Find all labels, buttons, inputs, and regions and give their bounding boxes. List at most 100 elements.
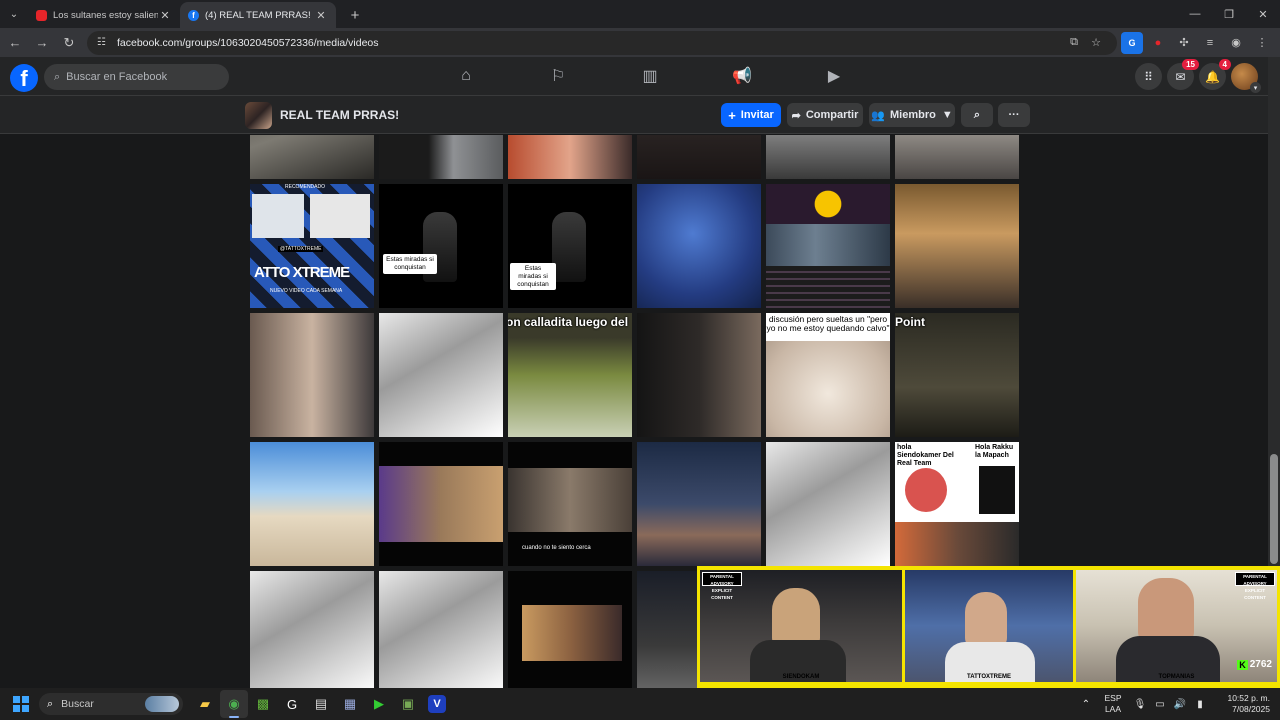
marketplace-megaphone-icon[interactable]: 📢 (696, 57, 788, 95)
reading-list-icon[interactable]: ≡ (1199, 32, 1221, 54)
video-thumbnail[interactable]: hola Siendokamer Del Real Team Hola Rakk… (895, 442, 1019, 566)
video-thumbnail[interactable] (508, 135, 632, 179)
user-avatar[interactable]: ▾ (1231, 63, 1261, 93)
tab-search-icon[interactable]: ⌄ (4, 4, 24, 24)
tab-youtube[interactable]: Los sultanes estoy saliendo con ✕ (28, 2, 180, 28)
epic-games-icon[interactable]: G (278, 690, 306, 718)
video-thumbnail[interactable] (379, 135, 503, 179)
video-thumbnail[interactable] (766, 442, 890, 566)
video-thumbnail[interactable] (766, 135, 890, 179)
record-extension-icon[interactable]: ● (1147, 32, 1169, 54)
network-icon[interactable]: ▭ (1150, 699, 1170, 710)
reload-icon[interactable]: ↻ (57, 31, 81, 55)
close-tab-icon[interactable]: ✕ (158, 9, 172, 22)
forward-icon[interactable]: → (30, 31, 54, 55)
calculator-icon[interactable]: ▦ (336, 690, 364, 718)
group-search-icon[interactable]: ⌕ (961, 103, 993, 127)
minecraft-icon[interactable]: ▩ (249, 690, 277, 718)
parental-advisory-badge: PARENTAL ADVISORY EXPLICIT CONTENT (702, 572, 742, 600)
taskbar-search-placeholder: Buscar (61, 698, 94, 710)
facebook-logo[interactable]: f (10, 64, 38, 92)
microphone-icon[interactable]: 🎙 (1130, 699, 1150, 710)
windows-start-icon[interactable] (13, 696, 29, 712)
input-language[interactable]: ESP LAA (1096, 693, 1130, 715)
video-caption: Estas miradas si conquistan (383, 254, 437, 274)
video-thumbnail[interactable] (766, 184, 890, 308)
video-thumbnail[interactable] (250, 313, 374, 437)
chevron-up-icon[interactable]: ⌃ (1076, 699, 1096, 710)
notifications-bell-icon[interactable]: 🔔 4 (1199, 59, 1231, 90)
battery-icon[interactable]: ▮ (1190, 699, 1210, 710)
facebook-icon: f (188, 9, 199, 21)
tab-facebook[interactable]: f (4) REAL TEAM PRRAS! | Facebo ✕ (180, 2, 336, 28)
extensions-puzzle-icon[interactable]: ✣ (1173, 32, 1195, 54)
profile-icon[interactable]: ◉ (1225, 32, 1247, 54)
system-clock[interactable]: 10:52 p. m. 7/08/2025 (1210, 693, 1280, 715)
taskbar-search-input[interactable]: ⌕ Buscar (39, 693, 183, 715)
video-thumbnail[interactable] (637, 442, 761, 566)
new-tab-button[interactable]: + (344, 4, 366, 26)
cam-label: SIENDOKAM (782, 674, 820, 680)
video-thumbnail[interactable] (379, 313, 503, 437)
close-tab-icon[interactable]: ✕ (314, 9, 328, 22)
scrollbar-thumb[interactable] (1270, 454, 1278, 564)
site-info-icon[interactable]: ☷ (97, 37, 109, 48)
minimize-icon[interactable]: — (1178, 0, 1212, 28)
media-player-icon[interactable]: ▶ (365, 690, 393, 718)
video-thumbnail[interactable]: cuando no te siento cerca (508, 442, 632, 566)
volume-icon[interactable]: 🔊 (1170, 699, 1190, 710)
file-explorer-icon[interactable]: ▰ (191, 690, 219, 718)
share-button[interactable]: ➦ Compartir (787, 103, 863, 127)
facebook-search-input[interactable]: ⌕ Buscar en Facebook (44, 64, 229, 90)
restore-icon[interactable]: ❐ (1212, 0, 1246, 28)
stream-capture (766, 224, 890, 266)
back-icon[interactable]: ← (3, 31, 27, 55)
video-thumbnail[interactable] (379, 571, 503, 688)
groups-icon[interactable]: ▥ (604, 57, 696, 95)
video-thumbnail[interactable] (250, 442, 374, 566)
bookmark-star-icon[interactable]: ☆ (1085, 36, 1107, 49)
notepad-icon[interactable]: ▤ (307, 690, 335, 718)
video-thumbnail[interactable] (250, 571, 374, 688)
address-bar[interactable]: ☷ facebook.com/groups/1063020450572336/m… (87, 30, 1117, 55)
language-code: ESP (1104, 693, 1122, 703)
pages-flag-icon[interactable]: ⚐ (512, 57, 604, 95)
vegas-icon[interactable]: V (428, 695, 446, 713)
chrome-icon[interactable]: ◉ (220, 690, 248, 718)
member-button[interactable]: 👥 Miembro ▼ (869, 103, 955, 127)
video-thumbnail[interactable]: Estas miradas si conquistan (508, 184, 632, 308)
video-thumbnail[interactable]: discusión pero sueltas un "pero yo no me… (766, 313, 890, 437)
minecraft-launcher-icon[interactable]: ▣ (394, 690, 422, 718)
menu-grid-icon[interactable]: ⠿ (1135, 63, 1162, 90)
install-app-icon[interactable]: ⧉ (1063, 36, 1085, 49)
more-options-icon[interactable]: ··· (998, 103, 1030, 127)
video-thumbnail[interactable]: RECOMENDADO @TATTOXTREME ATTO XTREME NUE… (250, 184, 374, 308)
url-text[interactable]: facebook.com/groups/1063020450572336/med… (117, 37, 1063, 49)
video-caption: Hola Rakku la Mapach (975, 444, 1014, 459)
video-thumbnail[interactable] (895, 184, 1019, 308)
video-thumbnail[interactable] (250, 135, 374, 179)
video-thumbnail[interactable]: Estas miradas si conquistan (379, 184, 503, 308)
video-thumbnail[interactable] (637, 313, 761, 437)
close-window-icon[interactable]: ✕ (1246, 0, 1280, 28)
video-thumbnail[interactable] (508, 571, 632, 688)
video-thumbnail[interactable] (637, 135, 761, 179)
messenger-icon[interactable]: ✉ 15 (1167, 59, 1199, 90)
streamer-face (965, 592, 1007, 648)
invite-button[interactable]: + Invitar (721, 103, 781, 127)
video-thumbnail[interactable] (379, 442, 503, 566)
group-name[interactable]: REAL TEAM PRRAS! (280, 108, 399, 122)
video-frame (379, 466, 503, 542)
video-thumbnail[interactable]: Point (895, 313, 1019, 437)
video-frame (895, 522, 1019, 566)
translate-extension-icon[interactable]: G (1121, 31, 1143, 54)
video-thumbnail[interactable] (637, 184, 761, 308)
browser-menu-icon[interactable]: ⋮ (1251, 32, 1273, 54)
video-thumbnail[interactable]: on calladita luego del (508, 313, 632, 437)
language-layout: LAA (1104, 704, 1122, 714)
watch-video-icon[interactable]: ▶ (788, 57, 880, 95)
search-placeholder: Buscar en Facebook (66, 71, 168, 83)
group-thumbnail[interactable] (245, 102, 272, 129)
home-icon[interactable]: ⌂ (420, 57, 512, 95)
video-thumbnail[interactable] (895, 135, 1019, 179)
